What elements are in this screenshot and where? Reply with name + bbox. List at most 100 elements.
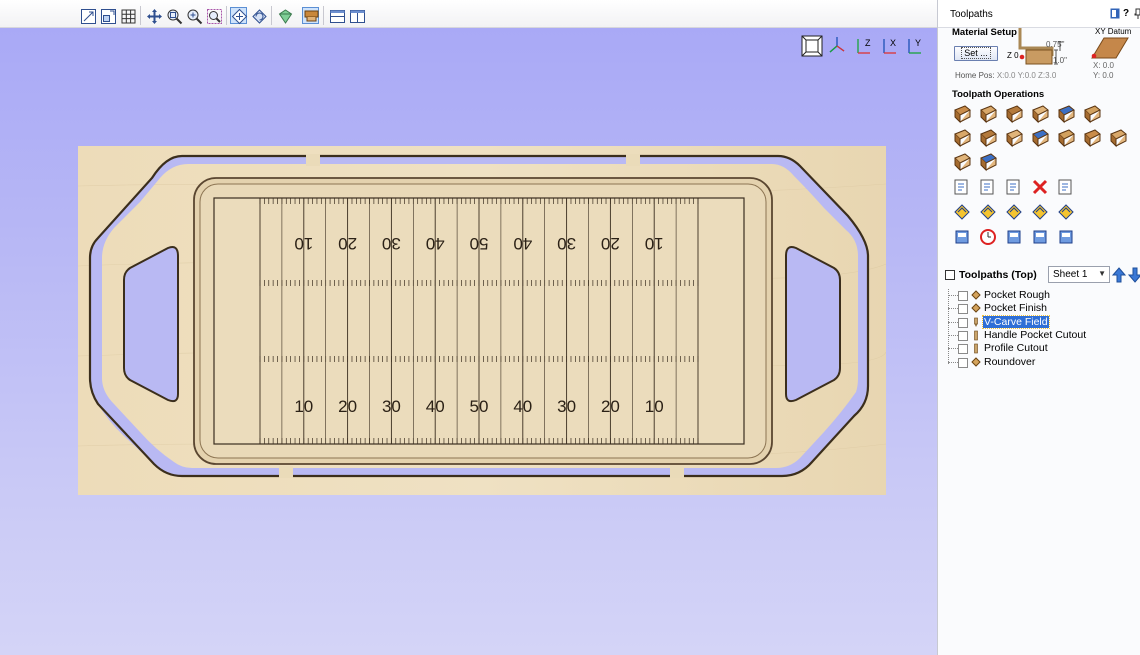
zoom-box-icon[interactable] (165, 7, 183, 25)
toolpath-checkbox[interactable] (958, 291, 968, 301)
pin-icon[interactable] (1133, 8, 1140, 19)
toolpath-item[interactable]: Profile Cutout (948, 342, 1138, 355)
yard-number: 40 (513, 234, 532, 253)
delete-toolpath-icon[interactable] (1030, 177, 1050, 197)
grid-icon[interactable] (119, 7, 136, 24)
vcarve-toolpath-icon[interactable] (952, 128, 972, 148)
yard-number: 40 (513, 397, 532, 416)
top-view-icon[interactable]: Z (857, 38, 871, 54)
toolpath-item[interactable]: Roundover (948, 356, 1138, 369)
pin-panel-icon[interactable] (1110, 8, 1120, 19)
toolpath-item[interactable]: V-Carve Field (948, 314, 1138, 329)
moulding-toolpath-icon[interactable] (1082, 128, 1102, 148)
endmill-icon (974, 343, 978, 354)
move-up-arrow-icon[interactable] (1112, 267, 1126, 283)
toolpaths-list-title: Toolpaths (Top) (959, 269, 1037, 281)
copy-toolpath-icon[interactable] (1004, 177, 1024, 197)
fluting-toolpath-icon[interactable] (1004, 128, 1024, 148)
save-toolpath-icon[interactable] (1056, 227, 1076, 247)
profile-toolpath-icon[interactable] (952, 104, 972, 124)
toolpath-checkbox[interactable] (958, 317, 968, 328)
3d-roughing-icon[interactable] (1030, 128, 1050, 148)
time-estimate-icon[interactable] (978, 227, 998, 247)
football-field-vcarve: 10 20 30 40 50 40 30 20 10 10 20 30 40 50 40 30 20 10 (213, 197, 745, 445)
3d-finishing-icon[interactable] (1056, 128, 1076, 148)
yard-number: 10 (294, 397, 313, 416)
view-toolbar (0, 0, 937, 28)
drilling-toolpath-icon[interactable] (1004, 104, 1024, 124)
yard-number: 50 (470, 397, 489, 416)
reset-preview-icon[interactable] (1030, 202, 1050, 222)
toolpath-checkbox[interactable] (958, 330, 968, 341)
toolpath-name[interactable]: V-Carve Field (982, 314, 1050, 329)
side-view-icon[interactable]: Y (908, 38, 921, 54)
zoom-out-icon[interactable] (205, 7, 222, 24)
sheet-select[interactable]: Sheet 1 ▼ (1048, 266, 1110, 283)
toolpath-name[interactable]: Roundover (983, 356, 1036, 368)
material-preview-icon[interactable] (1056, 202, 1076, 222)
toolpath-name[interactable]: Profile Cutout (983, 342, 1049, 354)
zoom-in-icon[interactable] (185, 7, 203, 25)
inlay-toolpath-icon[interactable] (1082, 104, 1102, 124)
prism-carve-icon[interactable] (978, 128, 998, 148)
3d-view[interactable]: Z X Y 10 20 30 40 50 40 30 20 10 10 20 3… (0, 28, 937, 655)
zoom-extents-icon[interactable] (79, 7, 96, 24)
toolpath-summary-icon[interactable] (952, 227, 972, 247)
chevron-down-icon: ▼ (1098, 269, 1106, 278)
home-pos-label: Home Pos: (955, 71, 995, 80)
toolpath-item[interactable]: Handle Pocket Cutout (948, 329, 1138, 342)
toolpath-item[interactable]: Pocket Finish (948, 302, 1138, 315)
render-shaded-icon[interactable] (276, 7, 293, 24)
toolpaths-panel: Toolpaths ? Material Setup Set ... Z 0 0… (937, 0, 1140, 655)
panel-title: Toolpaths (950, 9, 993, 20)
pocket-icon (971, 290, 981, 300)
toolpath-checkbox[interactable] (958, 357, 968, 368)
tile-horizontal-icon[interactable] (328, 7, 345, 24)
template-icon[interactable] (1030, 227, 1050, 247)
pan-icon[interactable] (145, 7, 162, 24)
tool-database-icon[interactable] (1056, 177, 1076, 197)
move-down-arrow-icon[interactable] (1128, 267, 1140, 283)
toolpath-checkbox[interactable] (958, 344, 968, 355)
material-shading-icon[interactable] (302, 7, 319, 24)
preview-all-icon[interactable] (978, 202, 998, 222)
toolpaths-list-header: Toolpaths (Top) Sheet 1 ▼ (938, 263, 1140, 287)
toolpath-list-icon[interactable] (952, 177, 972, 197)
toolpath-item[interactable]: Pocket Rough (948, 289, 1138, 302)
preview-visible-icon[interactable] (1004, 202, 1024, 222)
merge-toolpaths-icon[interactable] (1004, 227, 1024, 247)
preview-selected-icon[interactable] (952, 202, 972, 222)
help-icon[interactable]: ? (1123, 8, 1129, 19)
pocket-toolpath-icon[interactable] (978, 104, 998, 124)
edit-toolpath-icon[interactable] (978, 177, 998, 197)
profile-3d-icon[interactable] (1108, 128, 1128, 148)
toolpath-name[interactable]: Handle Pocket Cutout (983, 329, 1087, 341)
material-thickness-bottom: 1.0" (1053, 56, 1067, 65)
texture-3d-icon[interactable] (952, 152, 972, 172)
quick-engrave-icon[interactable] (1030, 104, 1050, 124)
toolpath-name[interactable]: Pocket Finish (983, 302, 1048, 314)
select-mode-icon[interactable] (230, 7, 248, 25)
rotate-view-icon[interactable] (250, 7, 267, 24)
zoom-fit-icon[interactable] (99, 7, 116, 24)
material-thickness-diagram (1018, 28, 1062, 65)
right-handle-cutout (785, 246, 841, 403)
toolpaths-visibility-checkbox[interactable] (945, 270, 955, 280)
axis-iso-icon[interactable] (829, 37, 845, 53)
svg-text:Z: Z (865, 38, 871, 48)
yard-number: 40 (426, 234, 445, 253)
front-view-icon[interactable]: X (883, 38, 896, 54)
sphere-toolpath-icon[interactable] (978, 152, 998, 172)
set-material-button[interactable]: Set ... (954, 46, 998, 61)
pocket-icon (971, 303, 981, 314)
vbit-icon (974, 317, 978, 327)
toolpath-name[interactable]: Pocket Rough (983, 289, 1051, 301)
iso-view-icon[interactable] (801, 35, 823, 57)
carved-tray-model: 10 20 30 40 50 40 30 20 10 10 20 30 40 50 40 30 20 10 (78, 146, 886, 495)
tile-vertical-icon[interactable] (348, 7, 365, 24)
xy-datum-icon[interactable] (1090, 36, 1130, 60)
texture-toolpath-icon[interactable] (1056, 104, 1076, 124)
datum-x-value: X: 0.0 (1093, 61, 1114, 70)
panel-title-bar: Toolpaths ? (938, 0, 1140, 28)
toolpath-checkbox[interactable] (958, 304, 968, 315)
